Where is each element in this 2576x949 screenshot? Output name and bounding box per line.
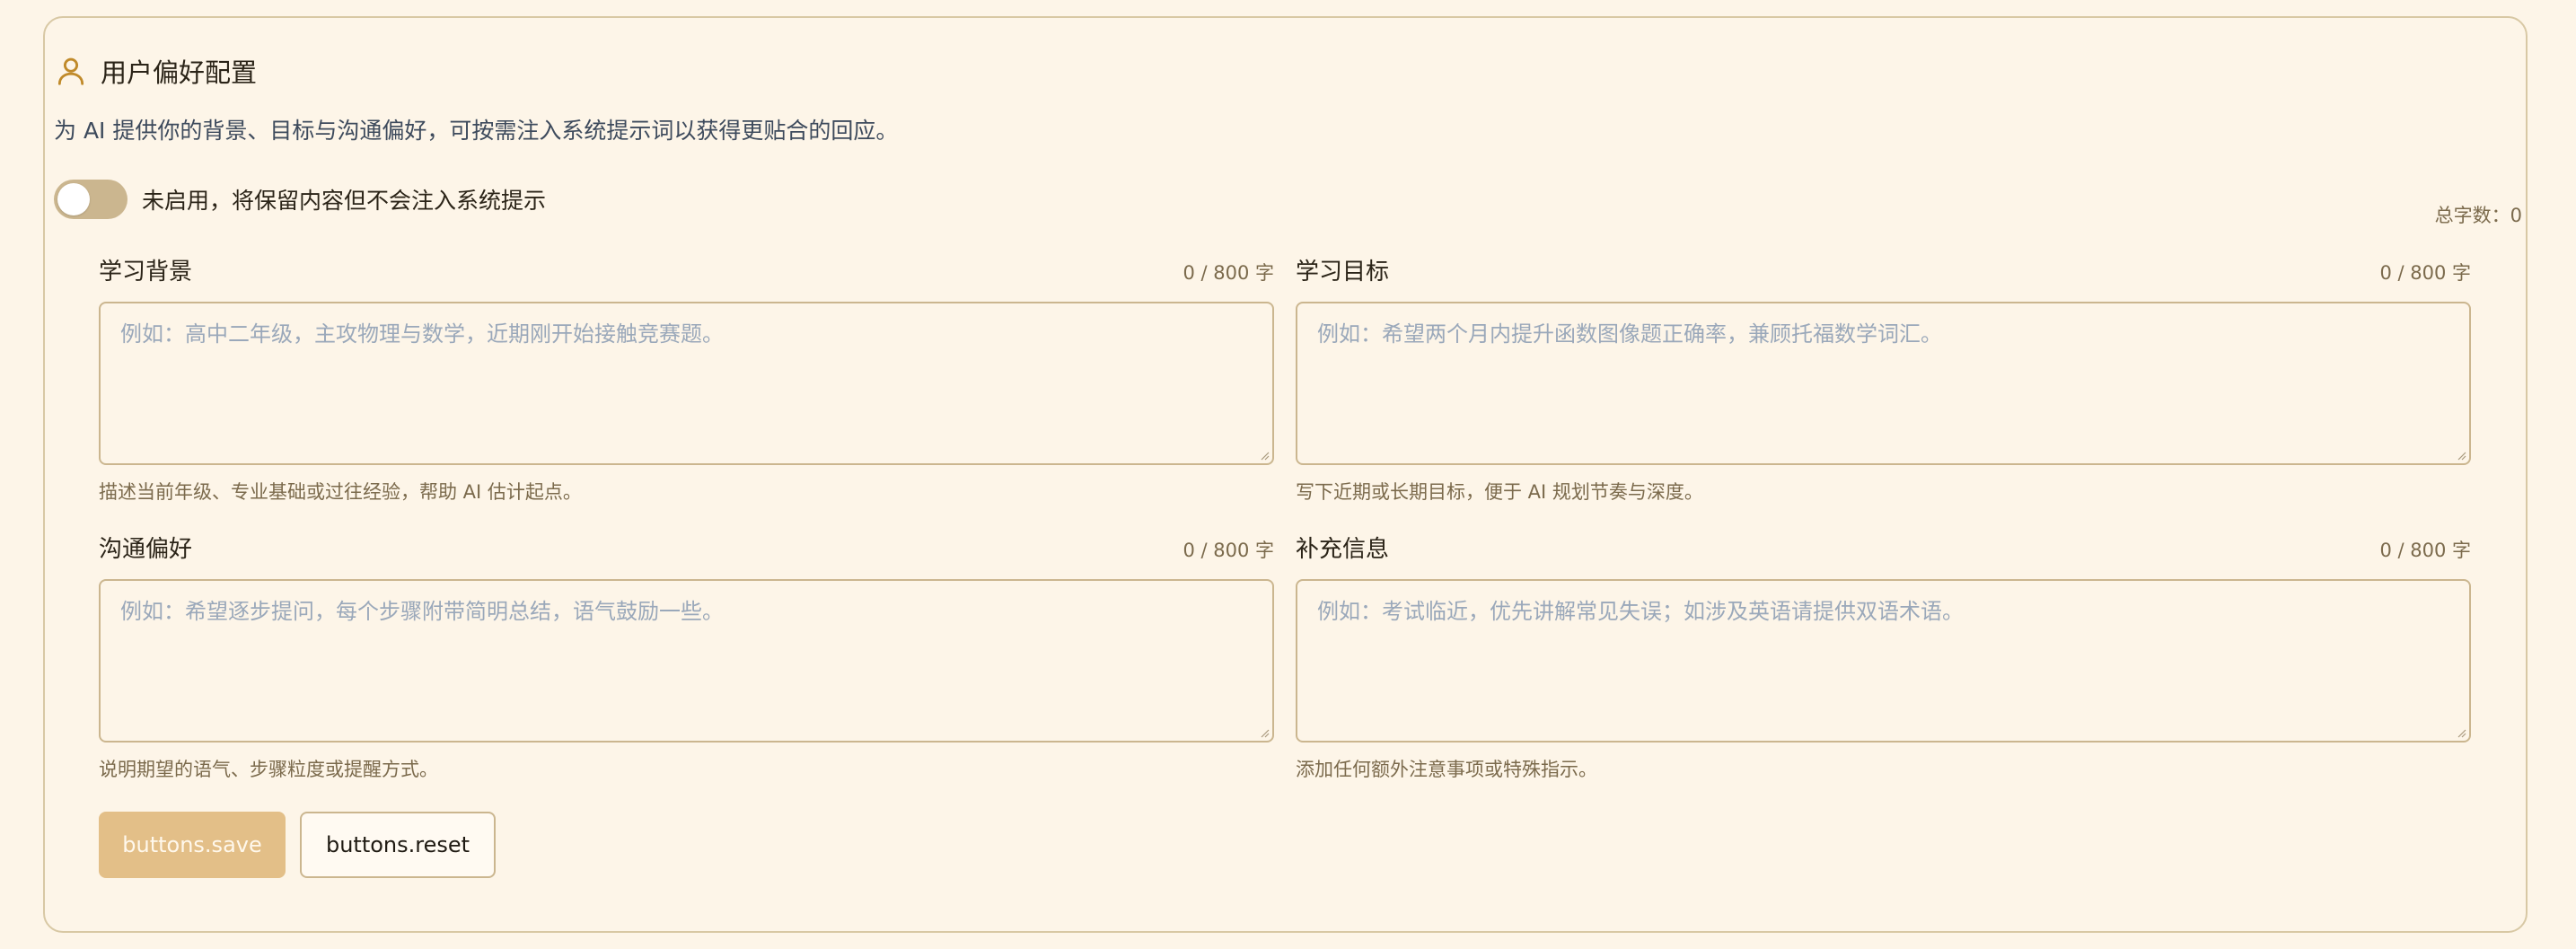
field-learning-background: 学习背景 0 / 800 字 描述当前年级、专业基础或过往经验，帮助 AI 估计…: [99, 253, 1274, 505]
field-hint: 描述当前年级、专业基础或过往经验，帮助 AI 估计起点。: [99, 481, 582, 503]
field-label: 学习背景: [99, 259, 193, 286]
field-label: 学习目标: [1296, 259, 1390, 286]
resize-handle-icon[interactable]: [2456, 450, 2466, 461]
field-hint: 说明期望的语气、步骤粒度或提醒方式。: [99, 759, 438, 780]
page-subtitle: 为 AI 提供你的背景、目标与沟通偏好，可按需注入系统提示词以获得更贴合的回应。: [54, 118, 899, 144]
action-buttons: buttons.save buttons.reset: [99, 812, 496, 878]
learning-goal-input[interactable]: [1297, 303, 2469, 463]
textarea-container: [1296, 302, 2471, 465]
total-char-count: 总字数：0: [2434, 205, 2522, 226]
field-additional-info: 补充信息 0 / 800 字 添加任何额外注意事项或特殊指示。: [1296, 531, 2471, 782]
toggle-status-label: 未启用，将保留内容但不会注入系统提示: [142, 188, 547, 214]
injection-toggle-row: 未启用，将保留内容但不会注入系统提示: [54, 180, 546, 219]
save-button[interactable]: buttons.save: [99, 812, 286, 878]
additional-info-input[interactable]: [1297, 581, 2469, 741]
resize-handle-icon[interactable]: [2456, 727, 2466, 738]
resize-handle-icon[interactable]: [1259, 727, 1270, 738]
field-learning-goal: 学习目标 0 / 800 字 写下近期或长期目标，便于 AI 规划节奏与深度。: [1296, 253, 2471, 505]
field-communication-preference: 沟通偏好 0 / 800 字 说明期望的语气、步骤粒度或提醒方式。: [99, 531, 1274, 782]
field-char-count: 0 / 800 字: [1182, 540, 1274, 561]
field-hint: 添加任何额外注意事项或特殊指示。: [1296, 759, 1597, 780]
textarea-container: [99, 302, 1274, 465]
page-title: 用户偏好配置: [101, 57, 258, 88]
injection-toggle[interactable]: [54, 180, 127, 219]
field-char-count: 0 / 800 字: [2379, 262, 2471, 284]
field-label: 补充信息: [1296, 536, 1390, 563]
field-hint: 写下近期或长期目标，便于 AI 规划节奏与深度。: [1296, 481, 1703, 503]
section-header: 用户偏好配置: [54, 52, 257, 90]
field-label: 沟通偏好: [99, 536, 193, 563]
resize-handle-icon[interactable]: [1259, 450, 1270, 461]
user-icon: [57, 57, 84, 85]
textarea-container: [1296, 579, 2471, 743]
toggle-knob: [57, 183, 90, 215]
reset-button[interactable]: buttons.reset: [300, 812, 496, 878]
textarea-container: [99, 579, 1274, 743]
field-char-count: 0 / 800 字: [1182, 262, 1274, 284]
communication-preference-input[interactable]: [101, 581, 1272, 741]
field-char-count: 0 / 800 字: [2379, 540, 2471, 561]
learning-background-input[interactable]: [101, 303, 1272, 463]
